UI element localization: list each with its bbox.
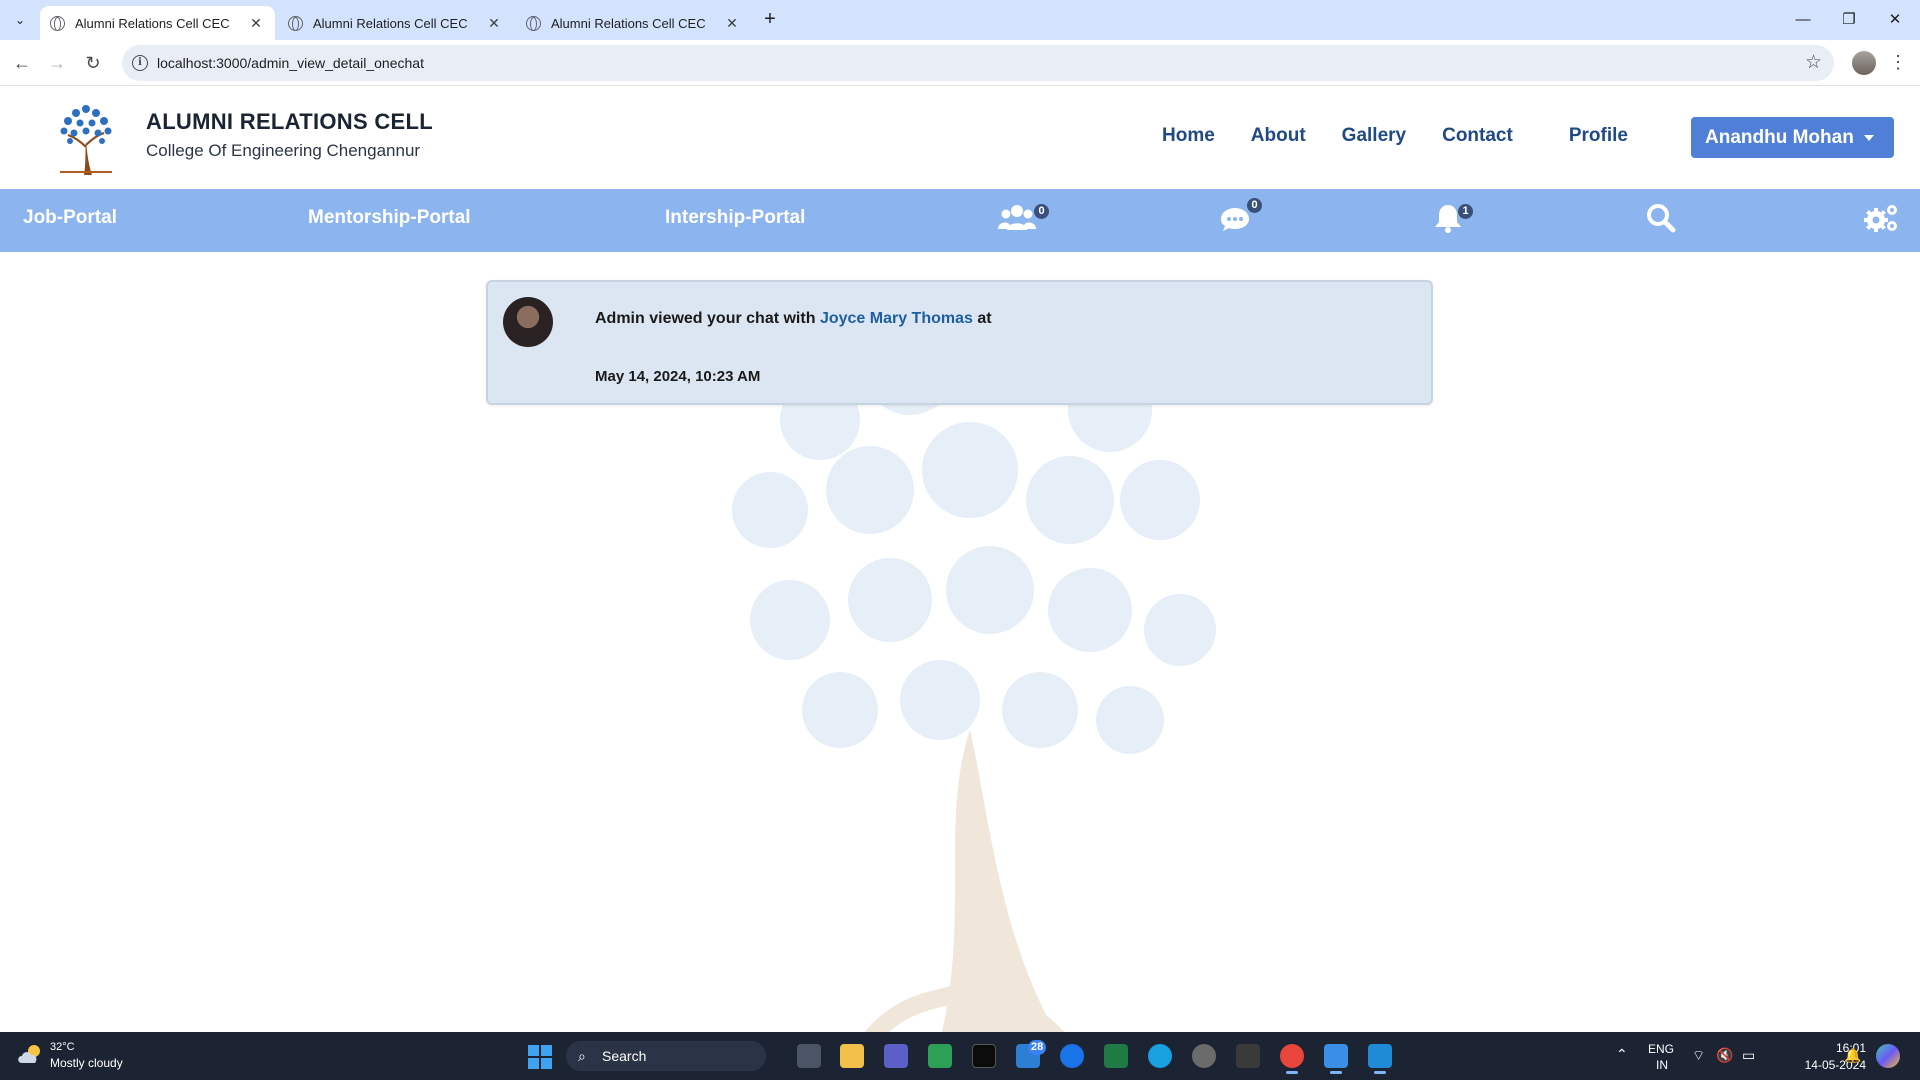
weather-description: Mostly cloudy (50, 1056, 123, 1070)
browser-tab-2[interactable]: Alumni Relations Cell CEC ✕ (278, 6, 513, 40)
browser-tab-1[interactable]: Alumni Relations Cell CEC ✕ (40, 6, 275, 40)
nav-profile-link[interactable]: Profile (1569, 125, 1628, 147)
globe-icon (288, 15, 303, 31)
windows-start-icon[interactable] (528, 1045, 552, 1069)
search-icon: ⌕ (578, 1048, 586, 1064)
globe-icon (50, 15, 65, 31)
notepad-icon[interactable] (1324, 1044, 1348, 1074)
address-toolbar: ← → ↻ i localhost:3000/admin_view_detail… (0, 40, 1920, 86)
tree-watermark-image (732, 315, 1216, 1040)
new-tab-plus-icon[interactable]: + (758, 8, 782, 32)
chevron-up-icon[interactable]: ⌃ (1616, 1046, 1628, 1063)
url-text[interactable]: localhost:3000/admin_view_detail_onechat (157, 45, 424, 81)
vscode-icon[interactable] (1368, 1044, 1392, 1074)
site-header: ALUMNI RELATIONS CELL College Of Enginee… (0, 87, 1920, 189)
portal-nav-bar: Job-Portal Mentorship-Portal Intership-P… (0, 189, 1920, 252)
restore-icon[interactable]: ❐ (1826, 6, 1872, 34)
cloudy-weather-icon[interactable] (16, 1043, 44, 1065)
back-arrow-icon[interactable]: ← (10, 51, 34, 75)
tab-title: Alumni Relations Cell CEC (551, 15, 706, 31)
taskbar-search-box[interactable]: ⌕ Search (566, 1041, 766, 1071)
teams-icon[interactable] (884, 1044, 908, 1068)
main-nav: Home About Gallery Contact Profile (1162, 125, 1664, 147)
user-name: Anandhu Mohan (1705, 126, 1854, 148)
wifi-icon[interactable]: ⌔ (1692, 1047, 1705, 1065)
file-explorer-icon[interactable] (840, 1044, 864, 1068)
avatar (503, 297, 553, 347)
os-taskbar: 32°C Mostly cloudy ⌕ Search 28 ⌃ ENG IN … (0, 1032, 1920, 1080)
internship-portal-link[interactable]: Intership-Portal (665, 189, 805, 246)
terminal-icon[interactable] (972, 1044, 996, 1068)
language-top[interactable]: ENG (1648, 1042, 1674, 1056)
notice-suffix: at (977, 310, 992, 327)
globe-icon (526, 15, 541, 31)
minimize-icon[interactable]: — (1780, 6, 1826, 34)
mentorship-portal-link[interactable]: Mentorship-Portal (308, 189, 471, 246)
tab-title: Alumni Relations Cell CEC (313, 15, 468, 31)
browser-profile-avatar[interactable] (1852, 51, 1876, 75)
url-bar[interactable]: i localhost:3000/admin_view_detail_onech… (122, 45, 1834, 81)
window-close-icon[interactable]: ✕ (1872, 6, 1918, 34)
chat-view-notice-card: Admin viewed your chat with Joyce Mary T… (486, 280, 1433, 405)
notification-count-badge: 1 (1458, 204, 1473, 219)
settings-gears-icon[interactable] (1862, 202, 1900, 234)
notification-bell-icon[interactable]: 🔔 (1844, 1047, 1861, 1064)
close-icon[interactable]: ✕ (247, 15, 265, 32)
site-info-icon[interactable]: i (132, 55, 148, 71)
excel-icon[interactable] (1104, 1044, 1128, 1068)
notice-message: Admin viewed your chat with Joyce Mary T… (595, 310, 992, 328)
chat-count-badge: 0 (1247, 198, 1262, 213)
bookmark-star-icon[interactable]: ☆ (1805, 45, 1822, 81)
alumni-cell-logo (60, 105, 112, 175)
users-group-icon[interactable] (998, 202, 1036, 234)
classroom-icon[interactable] (928, 1044, 952, 1068)
reload-icon[interactable]: ↻ (81, 51, 105, 75)
language-bottom[interactable]: IN (1656, 1058, 1668, 1072)
bell-icon[interactable] (1434, 202, 1462, 234)
nav-about-link[interactable]: About (1251, 125, 1306, 147)
task-view-icon[interactable] (797, 1044, 821, 1068)
nav-contact-link[interactable]: Contact (1442, 125, 1513, 147)
close-icon[interactable]: ✕ (485, 15, 503, 32)
browser-tab-bar: ⌄ Alumni Relations Cell CEC ✕ Alumni Rel… (0, 0, 1920, 40)
browser-tab-3[interactable]: Alumni Relations Cell CEC ✕ (516, 6, 751, 40)
chrome-icon[interactable] (1280, 1044, 1304, 1074)
brand-subtitle: College Of Engineering Chengannur (146, 141, 421, 160)
mail-count-badge: 28 (1028, 1040, 1047, 1055)
forward-arrow-icon[interactable]: → (45, 51, 69, 75)
job-portal-link[interactable]: Job-Portal (23, 189, 117, 246)
search-icon[interactable] (1646, 202, 1676, 234)
app-bars-icon[interactable] (1236, 1044, 1260, 1068)
user-dropdown-button[interactable]: Anandhu Mohan (1691, 117, 1894, 158)
caret-down-icon (1863, 134, 1874, 141)
volume-muted-icon[interactable]: 🔇 (1716, 1047, 1733, 1064)
weather-temperature: 32°C (50, 1041, 75, 1053)
brand-title: ALUMNI RELATIONS CELL (146, 109, 433, 134)
notice-timestamp: May 14, 2024, 10:23 AM (595, 368, 761, 385)
close-icon[interactable]: ✕ (723, 15, 741, 32)
app-circle-icon[interactable] (1060, 1044, 1084, 1068)
group-count-badge: 0 (1034, 204, 1049, 219)
tab-title: Alumni Relations Cell CEC (75, 15, 230, 31)
copilot-icon[interactable] (1876, 1044, 1900, 1068)
nav-gallery-link[interactable]: Gallery (1342, 125, 1406, 147)
nav-home-link[interactable]: Home (1162, 125, 1215, 147)
notice-prefix: Admin viewed your chat with (595, 310, 816, 327)
tab-search-chevron-icon[interactable]: ⌄ (8, 8, 32, 32)
taskbar-search-label: Search (602, 1048, 647, 1064)
app-disc-icon[interactable] (1192, 1044, 1216, 1068)
more-menu-icon[interactable]: ⋮ (1886, 50, 1910, 74)
edge-icon[interactable] (1148, 1044, 1172, 1068)
battery-icon[interactable]: ▭ (1742, 1047, 1755, 1064)
chat-person-link[interactable]: Joyce Mary Thomas (820, 310, 973, 327)
